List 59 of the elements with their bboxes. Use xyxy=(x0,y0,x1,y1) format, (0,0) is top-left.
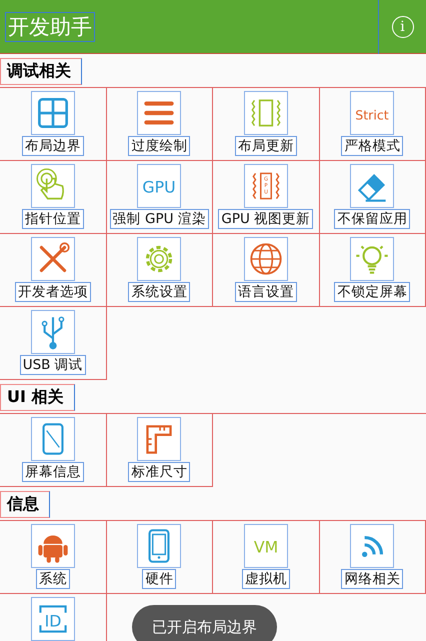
tapping-hand-icon xyxy=(30,164,75,208)
wifi-icon xyxy=(350,524,394,568)
tool-tile[interactable]: 硬件 xyxy=(106,521,213,594)
tool-label: 不保留应用 xyxy=(334,209,410,229)
tool-tile[interactable]: 开发者选项 xyxy=(0,234,106,307)
android-robot-icon xyxy=(30,524,75,568)
section-title: UI 相关 xyxy=(0,384,75,411)
layout-grid-icon xyxy=(30,91,75,135)
tool-label: 系统 xyxy=(36,569,70,589)
gpu-icon: GPU xyxy=(137,164,182,208)
strict-icon: Strict xyxy=(350,91,394,135)
globe-icon xyxy=(244,237,288,281)
section-title: 调试相关 xyxy=(0,58,82,85)
usb-icon xyxy=(30,310,75,354)
tool-tile[interactable]: 网络相关 xyxy=(320,521,426,594)
tool-label: GPU 视图更新 xyxy=(218,209,314,229)
tool-label: 屏幕信息 xyxy=(22,462,84,482)
tool-label: USB 调试 xyxy=(20,355,86,375)
tool-label: 网络相关 xyxy=(341,569,404,589)
tool-tile[interactable]: 语言设置 xyxy=(213,234,320,307)
tool-tile[interactable]: 系统 xyxy=(0,521,106,594)
tool-label: 过度绘制 xyxy=(128,136,190,156)
toast-message: 已开启布局边界 xyxy=(132,605,277,641)
tool-tile[interactable]: 布局边界 xyxy=(0,88,106,161)
tool-label: 强制 GPU 渲染 xyxy=(110,209,209,229)
lightbulb-icon xyxy=(350,237,394,281)
tool-tile[interactable]: USB 调试 xyxy=(0,307,106,380)
section-title: 信息 xyxy=(0,491,50,518)
tool-label: 不锁定屏幕 xyxy=(334,282,410,302)
tool-tile[interactable]: 过度绘制 xyxy=(106,88,213,161)
tool-tile[interactable]: 不锁定屏幕 xyxy=(320,234,426,307)
id-card-icon: ID xyxy=(30,597,75,641)
tool-label: 标准尺寸 xyxy=(128,462,190,482)
tool-label: 语言设置 xyxy=(234,282,297,302)
tool-tile[interactable]: 系统设置 xyxy=(106,234,213,307)
tool-label: 布局边界 xyxy=(22,136,84,156)
ruler-icon xyxy=(137,417,182,461)
tablet-icon xyxy=(137,524,182,568)
tool-label: 指针位置 xyxy=(22,209,84,229)
tool-tile[interactable]: 布局更新 xyxy=(213,88,320,161)
tool-label: 虚拟机 xyxy=(242,569,290,589)
zigzag-frame-icon xyxy=(244,91,288,135)
vm-icon: VM xyxy=(244,524,288,568)
tool-tile[interactable]: VM 虚拟机 xyxy=(213,521,320,594)
gear-icon xyxy=(137,237,182,281)
tool-tile[interactable]: 屏幕信息 xyxy=(0,414,106,487)
tool-label: 系统设置 xyxy=(128,282,190,302)
tool-label: 开发者选项 xyxy=(14,282,91,302)
tool-tile[interactable]: 标准尺寸 xyxy=(106,414,213,487)
tool-tile[interactable]: 指针位置 xyxy=(0,161,106,234)
tool-label: 严格模式 xyxy=(341,136,404,156)
tool-label: 布局更新 xyxy=(234,136,297,156)
tool-label: 硬件 xyxy=(142,569,176,589)
eraser-icon xyxy=(350,164,394,208)
tool-tile[interactable]: Strict 严格模式 xyxy=(320,88,426,161)
tool-tile[interactable]: GPU 强制 GPU 渲染 xyxy=(106,161,213,234)
app-title: 开发助手 xyxy=(6,12,94,40)
tool-tile[interactable]: 不保留应用 xyxy=(320,161,426,234)
bars-icon xyxy=(137,91,182,135)
